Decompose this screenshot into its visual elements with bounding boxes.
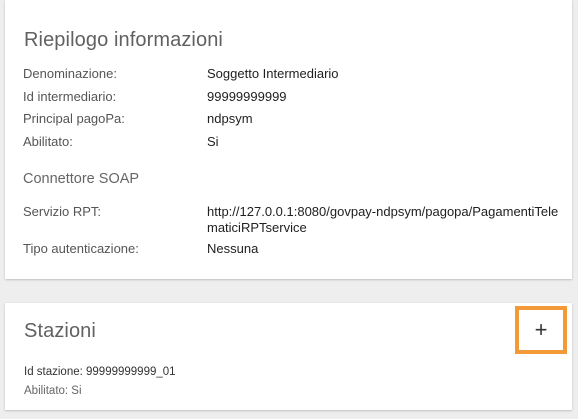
id-intermediario-value: 99999999999: [207, 89, 287, 104]
stazioni-card: Stazioni + Id stazione: 99999999999_01 A…: [5, 303, 572, 410]
riepilogo-card: Riepilogo informazioni Denominazione: So…: [5, 0, 572, 279]
abilitato-label: Abilitato:: [23, 134, 73, 149]
servizio-rpt-value: http://127.0.0.1:8080/govpay-ndpsym/pago…: [207, 204, 559, 235]
denominazione-label: Denominazione:: [23, 66, 117, 81]
stazione-abilitato: Abilitato: Si: [24, 385, 82, 397]
plus-icon: +: [534, 317, 548, 342]
tipo-autenticazione-value: Nessuna: [207, 241, 259, 256]
add-stazione-button[interactable]: +: [515, 306, 567, 354]
stazioni-title: Stazioni: [24, 320, 96, 342]
tipo-autenticazione-label: Tipo autenticazione:: [23, 241, 139, 256]
principal-pagopa-label: Principal pagoPa:: [23, 111, 125, 126]
id-intermediario-label: Id intermediario:: [23, 89, 117, 104]
connettore-soap-title: Connettore SOAP: [23, 171, 140, 187]
principal-pagopa-value: ndpsym: [207, 111, 253, 126]
stazione-id: Id stazione: 99999999999_01: [24, 366, 176, 378]
abilitato-value: Si: [207, 134, 219, 149]
servizio-rpt-label: Servizio RPT:: [23, 204, 102, 219]
riepilogo-title: Riepilogo informazioni: [24, 29, 223, 51]
denominazione-value: Soggetto Intermediario: [207, 66, 339, 81]
